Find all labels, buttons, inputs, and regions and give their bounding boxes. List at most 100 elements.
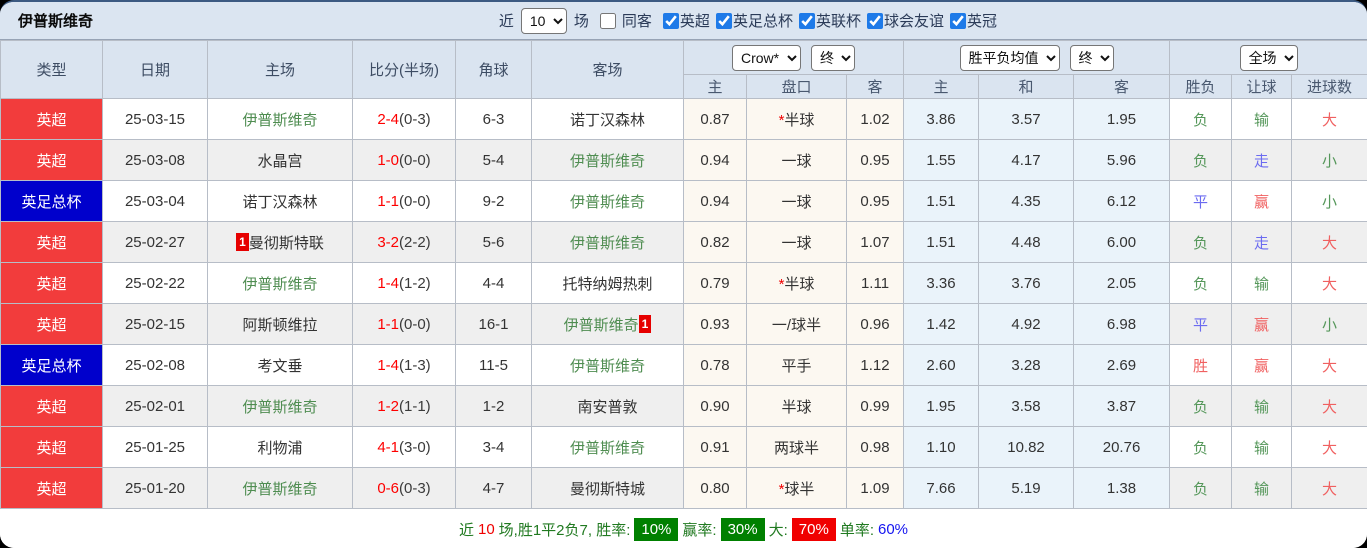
- home-team-cell: 阿斯顿维拉: [207, 303, 353, 345]
- win-handicap-label: 赢率:: [682, 522, 717, 539]
- handicap-result: 赢: [1231, 303, 1293, 345]
- full-match-select[interactable]: 全场: [1239, 44, 1298, 71]
- away-team-cell: 伊普斯维奇: [531, 344, 684, 386]
- sub-col-header-0: 主: [683, 74, 747, 99]
- asia-handicap-line: 一/球半: [746, 303, 847, 345]
- full-time-score: 1-1: [377, 192, 399, 210]
- match-row: 英超 25-02-01 伊普斯维奇 1-2(1-1) 1-2 南安普敦 0.90 半球 0.99…: [0, 385, 1367, 427]
- sub-col-header-3: 主: [903, 74, 980, 99]
- score-cell: 0-6(0-3): [352, 467, 456, 509]
- half-time-score: (1-3): [399, 356, 431, 374]
- sub-col-header-7: 让球: [1231, 74, 1293, 99]
- half-time-score: (3-0): [399, 438, 431, 456]
- match-date: 25-03-08: [102, 139, 208, 181]
- team-name: 利物浦: [257, 439, 303, 457]
- match-date: 25-02-15: [102, 303, 208, 345]
- europe-lose-odds: 2.69: [1073, 344, 1171, 386]
- recent-count-select[interactable]: 10: [520, 7, 567, 34]
- asia-home-odds: 0.82: [683, 221, 747, 263]
- team-name: 曼彻斯特联: [248, 234, 324, 252]
- single-label: 单率:: [839, 522, 874, 539]
- half-time-score: (0-0): [399, 315, 431, 333]
- team-name: 伊普斯维奇: [569, 234, 645, 252]
- bookmaker-select[interactable]: Crow*: [732, 44, 801, 71]
- goals-over-under: 大: [1291, 98, 1367, 140]
- score-cell: 4-1(3-0): [352, 426, 456, 468]
- sub-col-header-8: 进球数: [1291, 74, 1367, 99]
- half-time-score: (1-2): [399, 274, 431, 292]
- corners-cell: 6-3: [455, 98, 532, 140]
- europe-lose-odds: 2.05: [1073, 262, 1171, 304]
- match-outcome: 负: [1169, 98, 1233, 140]
- match-row: 英超 25-01-25 利物浦 4-1(3-0) 3-4 伊普斯维奇 0.91 两球半 0.98…: [0, 426, 1367, 468]
- match-outcome: 负: [1169, 426, 1233, 468]
- match-date: 25-02-01: [102, 385, 208, 427]
- match-date: 25-03-15: [102, 98, 208, 140]
- match-row: 英超 25-03-08 水晶宫 1-0(0-0) 5-4 伊普斯维奇 0.94 一球 0.95 1…: [0, 139, 1367, 181]
- goals-over-under: 大: [1291, 385, 1367, 427]
- team-name: 伊普斯维奇: [242, 398, 318, 416]
- match-outcome: 负: [1169, 221, 1233, 263]
- match-row: 英足总杯 25-03-04 诺丁汉森林 1-1(0-0) 9-2 伊普斯维奇 0.94 一球 0…: [0, 180, 1367, 222]
- half-time-score: (0-3): [399, 110, 431, 128]
- europe-odds-group-header: 胜平负均值 终: [903, 40, 1171, 75]
- home-team-cell: 利物浦: [207, 426, 353, 468]
- europe-odds-select[interactable]: 胜平负均值: [959, 44, 1060, 71]
- team-name: 伊普斯维奇: [569, 193, 645, 211]
- score-cell: 1-1(0-0): [352, 180, 456, 222]
- same-venue-checkbox[interactable]: [599, 12, 616, 29]
- asia-away-odds: 1.07: [845, 221, 905, 263]
- single-rate-value: 60%: [877, 521, 909, 538]
- asia-away-odds: 0.95: [845, 139, 905, 181]
- match-outcome: 胜: [1169, 344, 1233, 386]
- asia-home-odds: 0.79: [683, 262, 747, 304]
- same-venue-label: 同客: [621, 13, 652, 30]
- corners-cell: 11-5: [455, 344, 532, 386]
- match-date: 25-02-27: [102, 221, 208, 263]
- league-filter-checkbox-4[interactable]: [949, 13, 966, 29]
- europe-period-select[interactable]: 终: [1069, 44, 1114, 71]
- goals-over-under: 大: [1291, 262, 1367, 304]
- europe-win-odds: 7.66: [903, 467, 980, 509]
- full-time-score: 1-4: [377, 274, 399, 292]
- team-name: 南安普敦: [577, 398, 638, 416]
- goals-over-under: 大: [1291, 344, 1367, 386]
- match-date: 25-02-22: [102, 262, 208, 304]
- europe-draw-odds: 3.28: [978, 344, 1075, 386]
- asia-handicap-line: 一球: [746, 139, 847, 181]
- asia-period-select[interactable]: 终: [811, 44, 855, 71]
- europe-win-odds: 1.10: [903, 426, 980, 468]
- win-rate-badge: 10%: [634, 518, 679, 541]
- league-filter-checkbox-0[interactable]: [662, 13, 679, 29]
- match-type-badge: 英超: [0, 385, 103, 427]
- match-outcome: 负: [1169, 467, 1233, 509]
- red-card-badge: 1: [638, 314, 652, 333]
- home-team-cell: 考文垂: [207, 344, 353, 386]
- league-filter-checkbox-1[interactable]: [715, 13, 732, 29]
- league-filter-checkbox-2[interactable]: [798, 13, 815, 29]
- asia-away-odds: 0.98: [845, 426, 905, 468]
- summary-footer: 近 10 场,胜1平2负7, 胜率: 10% 赢率: 30% 大: 70% 单率: 6…: [0, 509, 1367, 548]
- sub-col-header-6: 胜负: [1169, 74, 1233, 99]
- corners-cell: 4-7: [455, 467, 532, 509]
- europe-win-odds: 1.55: [903, 139, 980, 181]
- europe-draw-odds: 3.57: [978, 98, 1075, 140]
- sub-col-header-2: 客: [845, 74, 905, 99]
- red-card-badge: 1: [236, 232, 249, 251]
- match-stats-panel: 伊普斯维奇 近 10 场 同客 英超 英足总杯 英联杯 球会友谊 英冠 类型 日期 主场: [0, 0, 1367, 548]
- asia-away-odds: 1.11: [845, 262, 905, 304]
- europe-win-odds: 1.95: [903, 385, 980, 427]
- europe-lose-odds: 6.98: [1073, 303, 1171, 345]
- asia-home-odds: 0.94: [683, 139, 747, 181]
- col-header-away: 客场: [531, 40, 684, 99]
- match-type-badge: 英足总杯: [0, 180, 103, 222]
- recent-label: 近: [498, 13, 514, 30]
- asia-away-odds: 1.02: [845, 98, 905, 140]
- asia-odds-group-header: Crow* 终: [682, 40, 905, 75]
- europe-draw-odds: 3.58: [978, 385, 1075, 427]
- handicap-result: 赢: [1231, 180, 1293, 222]
- score-cell: 1-4(1-2): [352, 262, 456, 304]
- asia-away-odds: 0.95: [845, 180, 905, 222]
- europe-lose-odds: 6.12: [1073, 180, 1171, 222]
- league-filter-checkbox-3[interactable]: [866, 13, 883, 29]
